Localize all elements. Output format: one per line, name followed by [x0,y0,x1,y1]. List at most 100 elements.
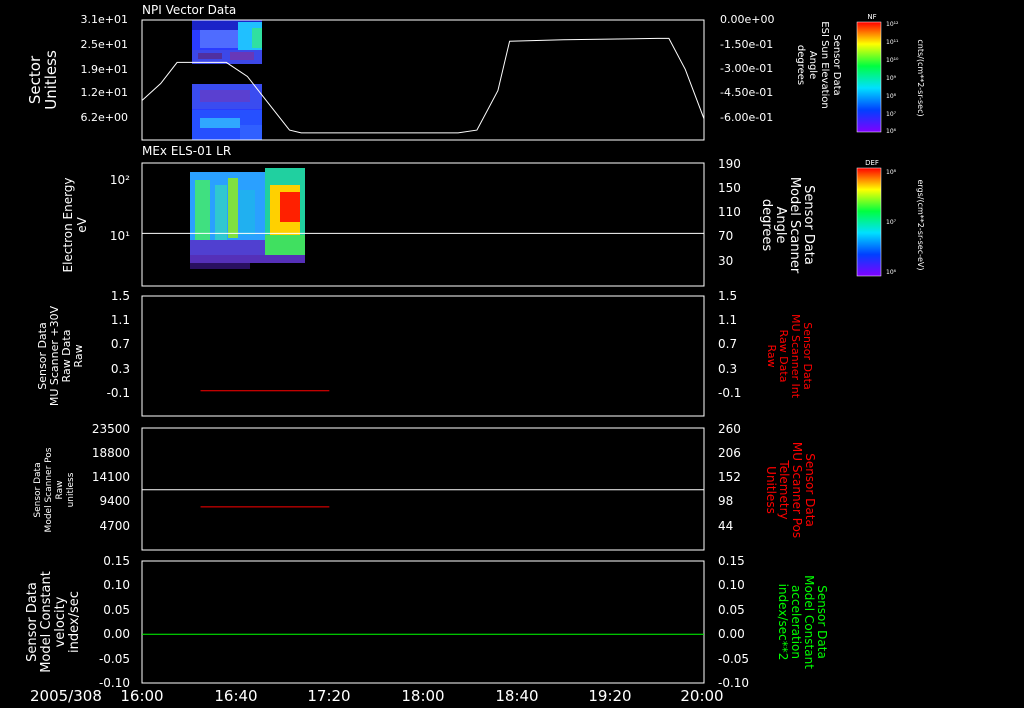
svg-text:Model Constant: Model Constant [39,571,54,673]
panel2-heatmap [190,168,305,270]
panel5-right-label: Sensor Data Model Constant acceleration … [776,575,829,669]
svg-text:Raw: Raw [72,344,85,367]
svg-text:-3.00e-01: -3.00e-01 [720,62,773,75]
svg-text:1.2e+01: 1.2e+01 [81,86,128,99]
x-tick: 16:00 [120,687,163,705]
panel1-yticks-right: 0.00e+00 -1.50e-01 -3.00e-01 -4.50e-01 -… [720,13,774,124]
svg-text:-0.1: -0.1 [718,386,741,400]
svg-text:Telemetry: Telemetry [777,459,791,519]
svg-text:eV: eV [75,216,89,232]
svg-text:1.1: 1.1 [718,313,737,327]
panel3-yticks-left: 1.5 1.1 0.7 0.3 -0.1 [107,289,130,400]
x-tick: 16:40 [214,687,257,705]
svg-text:1.5: 1.5 [718,289,737,303]
svg-text:10⁸: 10⁸ [886,169,897,176]
svg-text:index/sec: index/sec [67,591,82,653]
svg-text:1.5: 1.5 [111,289,130,303]
svg-text:0.3: 0.3 [718,362,737,376]
panel4-frame [141,427,705,551]
svg-text:ergs/(cm**2-sr-sec-eV): ergs/(cm**2-sr-sec-eV) [916,179,925,270]
svg-text:Unitless: Unitless [42,50,60,110]
svg-text:30: 30 [718,254,733,268]
svg-text:0.15: 0.15 [718,554,745,568]
panel3-right-label: Sensor Data MU Scanner Int Raw Data Raw [765,314,814,399]
svg-text:-0.05: -0.05 [99,652,130,666]
svg-text:1.9e+01: 1.9e+01 [81,63,128,76]
svg-text:Sensor Data: Sensor Data [803,453,817,527]
panel3-ylabel: Sensor Data MU Scanner +30V Raw Data Raw [36,305,85,406]
svg-text:Sensor Data: Sensor Data [25,582,40,662]
svg-text:260: 260 [718,422,741,436]
svg-text:10⁶: 10⁶ [886,128,897,135]
svg-text:0.7: 0.7 [718,337,737,351]
panel2-title: MEx ELS-01 LR [142,144,231,158]
svg-text:-1.50e-01: -1.50e-01 [720,38,773,51]
svg-text:Sensor Data: Sensor Data [801,185,816,265]
svg-text:MU Scanner Pos: MU Scanner Pos [790,442,804,538]
svg-text:degrees: degrees [795,45,806,85]
panel4-ylabel: Sensor Data Model Scanner Pos Raw unitle… [33,447,76,532]
svg-text:44: 44 [718,519,733,533]
x-tick: 17:20 [307,687,350,705]
x-tick: 18:00 [401,687,444,705]
panel3-frame [141,295,705,417]
panel4-yticks-right: 260 206 152 98 44 [718,422,741,533]
panel2-ylabel: Electron Energy eV [61,177,89,272]
svg-text:Model Scanner Pos: Model Scanner Pos [44,447,54,532]
svg-text:10¹²: 10¹² [886,21,899,28]
svg-text:index/sec**2: index/sec**2 [776,584,790,661]
svg-text:DEF: DEF [865,159,879,167]
svg-text:9400: 9400 [99,494,130,508]
svg-text:0.10: 0.10 [718,578,745,592]
svg-text:acceleration: acceleration [789,585,803,659]
panel1-right-label: Sensor Data ESI Sun Elevation Angle degr… [795,21,842,108]
svg-text:10⁸: 10⁸ [886,93,897,100]
svg-text:Model Constant: Model Constant [802,575,816,669]
svg-text:10¹⁰: 10¹⁰ [886,57,899,64]
svg-text:18800: 18800 [92,446,130,460]
svg-text:3.1e+01: 3.1e+01 [81,13,128,26]
panel1-yticks-left: 3.1e+01 2.5e+01 1.9e+01 1.2e+01 6.2e+00 [81,13,128,124]
panel5-ylabel: Sensor Data Model Constant velocity inde… [25,571,82,673]
svg-text:0.00e+00: 0.00e+00 [720,13,774,26]
x-tick: 20:00 [680,687,723,705]
svg-text:NF: NF [867,13,876,21]
svg-text:Sensor Data: Sensor Data [815,585,829,659]
svg-text:0.05: 0.05 [718,603,745,617]
svg-text:110: 110 [718,205,741,219]
svg-text:0.05: 0.05 [103,603,130,617]
svg-text:cnts/(cm**2-sr-sec): cnts/(cm**2-sr-sec) [916,39,925,116]
panel5-yticks-left: 0.15 0.10 0.05 0.00 -0.05 -0.10 [99,554,130,690]
svg-text:Model Scanner: Model Scanner [787,177,802,274]
svg-text:10¹¹: 10¹¹ [886,39,899,46]
svg-text:-6.00e-01: -6.00e-01 [720,111,773,124]
panel2-colorbar: DEF 10⁸ 10⁷ 10⁶ ergs/(cm**2-sr-sec-eV) [856,159,925,277]
svg-text:4700: 4700 [99,519,130,533]
svg-text:Sensor Data: Sensor Data [831,34,842,95]
svg-text:ESI Sun Elevation: ESI Sun Elevation [819,21,830,108]
panel1-title: NPI Vector Data [142,3,236,17]
panel1-ylabel: Sector Unitless [26,50,60,110]
panel5-yticks-right: 0.15 0.10 0.05 0.00 -0.05 -0.10 [718,554,749,690]
svg-text:Unitless: Unitless [764,466,778,514]
svg-text:0.10: 0.10 [103,578,130,592]
svg-text:velocity: velocity [53,596,68,647]
svg-text:-4.50e-01: -4.50e-01 [720,86,773,99]
svg-text:152: 152 [718,470,741,484]
svg-text:0.00: 0.00 [718,627,745,641]
svg-text:Electron Energy: Electron Energy [61,177,75,272]
panel5-frame [141,560,705,684]
svg-text:190: 190 [718,157,741,171]
svg-text:-0.05: -0.05 [718,652,749,666]
x-axis-ticks: 16:00 16:40 17:20 18:00 18:40 19:20 20:0… [120,687,723,705]
svg-text:Sensor Data: Sensor Data [33,462,43,517]
svg-text:70: 70 [718,229,733,243]
svg-text:degrees: degrees [759,199,774,252]
svg-text:0.00: 0.00 [103,627,130,641]
panel4-yticks-left: 23500 18800 14100 9400 4700 [92,422,130,533]
panel3-yticks-right: 1.5 1.1 0.7 0.3 -0.1 [718,289,741,400]
svg-text:10¹: 10¹ [110,229,130,243]
svg-text:10⁹: 10⁹ [886,75,897,82]
panel2-yticks-right: 190 150 110 70 30 [718,157,741,268]
svg-text:10⁶: 10⁶ [886,269,897,276]
